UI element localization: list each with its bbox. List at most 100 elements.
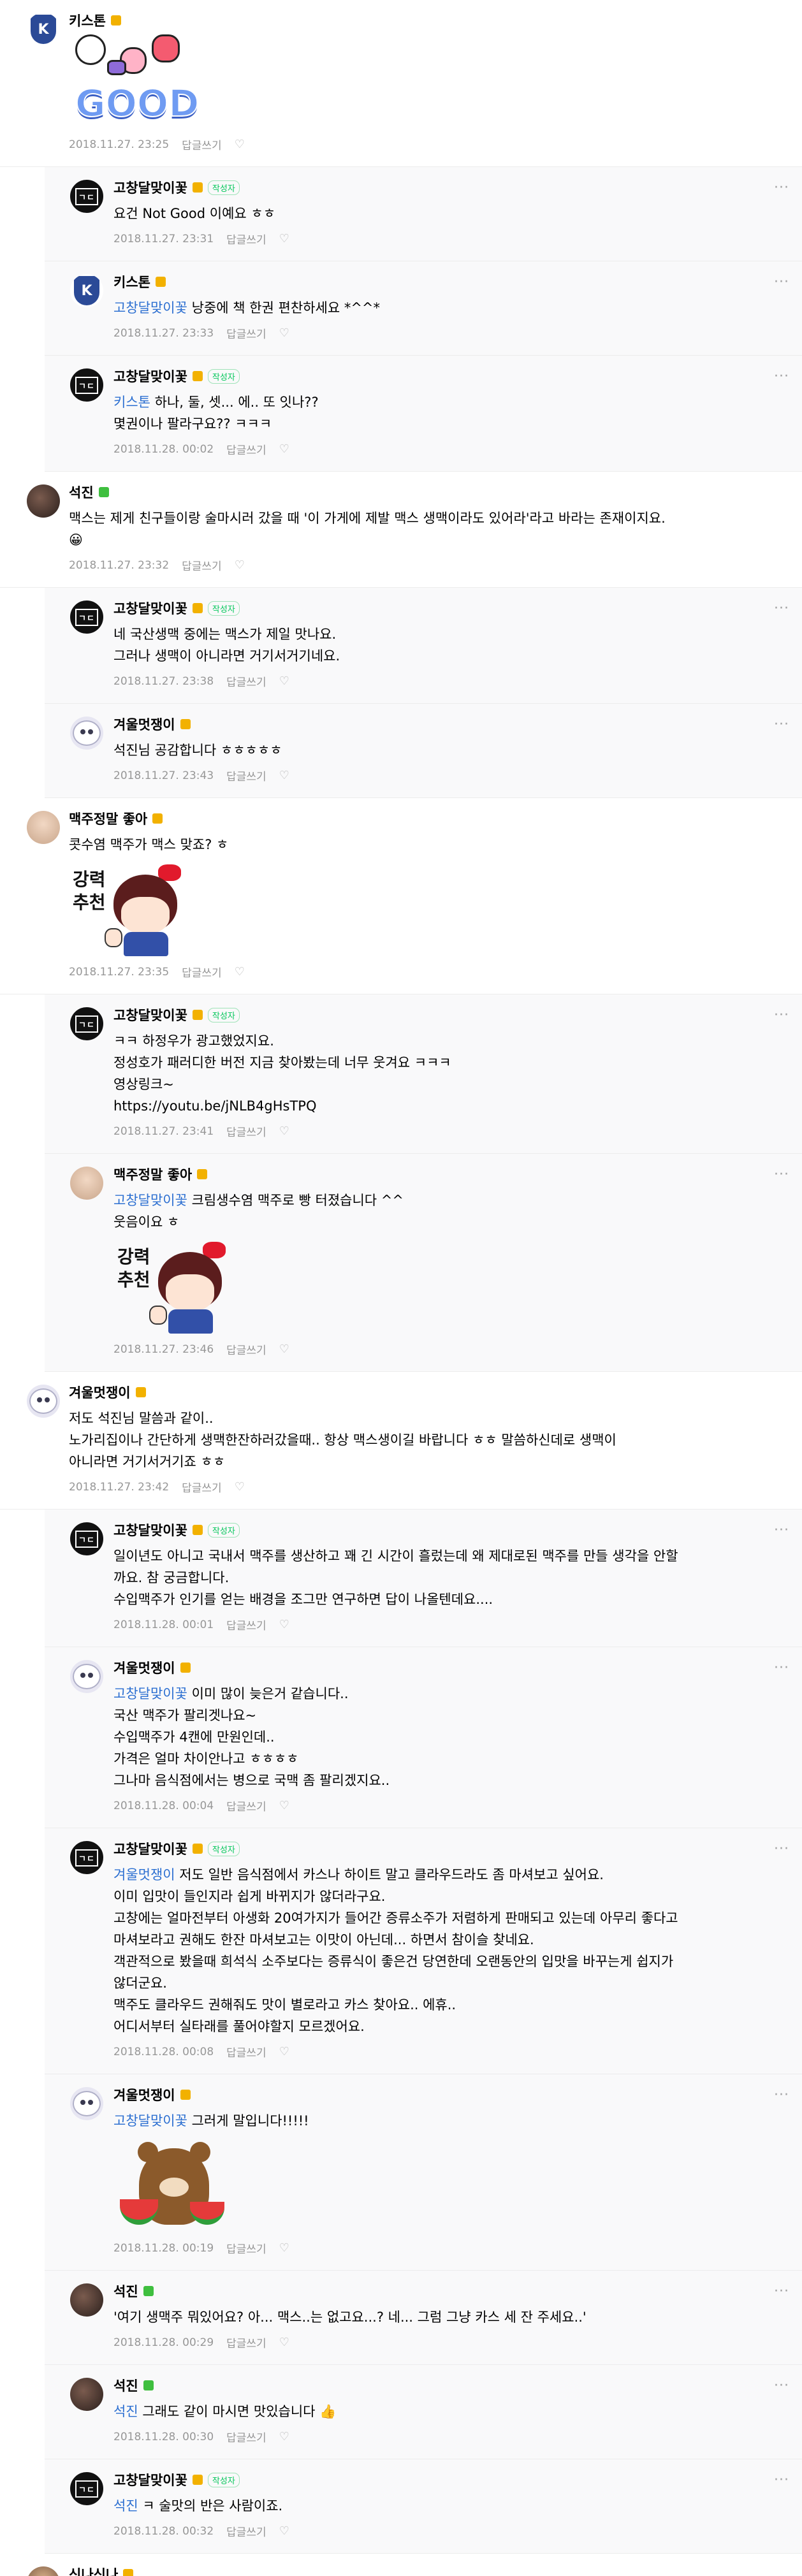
- like-heart-icon[interactable]: ♡: [279, 232, 289, 245]
- more-options-icon[interactable]: ···: [774, 1660, 789, 1676]
- like-heart-icon[interactable]: ♡: [279, 2045, 289, 2058]
- reply-button[interactable]: 답글쓰기: [226, 441, 266, 457]
- more-options-icon[interactable]: ···: [774, 1522, 789, 1538]
- reply-button[interactable]: 답글쓰기: [182, 557, 222, 573]
- more-options-icon[interactable]: ···: [774, 2087, 789, 2103]
- like-heart-icon[interactable]: ♡: [279, 769, 289, 782]
- reply-button[interactable]: 답글쓰기: [226, 1798, 266, 1814]
- nickname[interactable]: 석진: [113, 2376, 138, 2395]
- avatar[interactable]: ㄱㄷ: [70, 180, 103, 213]
- mention-link[interactable]: 고창달맞이꽃: [113, 300, 187, 316]
- nickname[interactable]: 고창달맞이꽃: [113, 2470, 187, 2489]
- like-heart-icon[interactable]: ♡: [235, 965, 245, 979]
- nickname[interactable]: 키스톤: [113, 272, 150, 291]
- more-options-icon[interactable]: ···: [774, 274, 789, 290]
- avatar[interactable]: [70, 2378, 103, 2411]
- mention-link[interactable]: 키스톤: [113, 395, 150, 410]
- reply-button[interactable]: 답글쓰기: [226, 325, 266, 341]
- reply-button[interactable]: 답글쓰기: [226, 1123, 266, 1139]
- reply-button[interactable]: 답글쓰기: [182, 1479, 222, 1495]
- like-heart-icon[interactable]: ♡: [279, 2524, 289, 2538]
- more-options-icon[interactable]: ···: [774, 1007, 789, 1023]
- nickname[interactable]: 키스톤: [69, 11, 106, 30]
- more-options-icon[interactable]: ···: [774, 2378, 789, 2394]
- avatar[interactable]: [70, 1167, 103, 1200]
- avatar[interactable]: [70, 2283, 103, 2317]
- reply-button[interactable]: 답글쓰기: [182, 136, 222, 152]
- more-options-icon[interactable]: ···: [774, 1167, 789, 1182]
- reply-button[interactable]: 답글쓰기: [226, 231, 266, 247]
- more-options-icon[interactable]: ···: [774, 180, 789, 196]
- like-heart-icon[interactable]: ♡: [279, 1343, 289, 1356]
- like-heart-icon[interactable]: ♡: [279, 326, 289, 340]
- reply-button[interactable]: 답글쓰기: [226, 2240, 266, 2256]
- more-options-icon[interactable]: ···: [774, 368, 789, 384]
- nickname[interactable]: 고창달맞이꽃: [113, 1005, 187, 1024]
- avatar[interactable]: ㄱㄷ: [70, 368, 103, 402]
- avatar[interactable]: [70, 717, 103, 750]
- avatar[interactable]: ㄱㄷ: [70, 2472, 103, 2505]
- avatar[interactable]: [27, 2566, 60, 2576]
- nickname[interactable]: 고창달맞이꽃: [113, 1520, 187, 1539]
- good-sticker-image: GOOD: [69, 34, 200, 130]
- nickname[interactable]: 고창달맞이꽃: [113, 1839, 187, 1858]
- nickname[interactable]: 석진: [69, 483, 94, 502]
- more-options-icon[interactable]: ···: [774, 717, 789, 732]
- avatar[interactable]: ㄱㄷ: [70, 1841, 103, 1874]
- nickname[interactable]: 고창달맞이꽃: [113, 599, 187, 618]
- nickname[interactable]: 석진: [113, 2281, 138, 2301]
- nickname[interactable]: 겨울멋쟁이: [113, 715, 175, 734]
- reply-button[interactable]: 답글쓰기: [226, 768, 266, 783]
- comment-header: 고창달맞이꽃 작성자: [113, 1005, 770, 1024]
- nickname[interactable]: 맥주정말 좋아: [69, 809, 147, 828]
- avatar[interactable]: [70, 1660, 103, 1693]
- nickname[interactable]: 겨울멋쟁이: [69, 1383, 131, 1402]
- avatar[interactable]: ㄱㄷ: [70, 600, 103, 634]
- like-heart-icon[interactable]: ♡: [279, 2430, 289, 2443]
- avatar[interactable]: K: [70, 274, 103, 307]
- nickname[interactable]: 고창달맞이꽃: [113, 178, 187, 197]
- avatar[interactable]: ㄱㄷ: [70, 1007, 103, 1040]
- avatar[interactable]: K: [27, 13, 60, 46]
- avatar[interactable]: [27, 1385, 60, 1418]
- nickname[interactable]: 겨울멋쟁이: [113, 1658, 175, 1677]
- mention-link[interactable]: 고창달맞이꽃: [113, 1686, 187, 1701]
- avatar[interactable]: ㄱㄷ: [70, 1522, 103, 1555]
- more-options-icon[interactable]: ···: [774, 1841, 789, 1857]
- avatar[interactable]: [27, 811, 60, 844]
- nickname[interactable]: 고창달맞이꽃: [113, 367, 187, 386]
- mention-link[interactable]: 겨울멋쟁이: [113, 1867, 175, 1882]
- avatar[interactable]: [27, 484, 60, 518]
- reply-button[interactable]: 답글쓰기: [226, 1617, 266, 1633]
- like-heart-icon[interactable]: ♡: [279, 442, 289, 456]
- reply-button[interactable]: 답글쓰기: [226, 2429, 266, 2445]
- mention-link[interactable]: 석진: [113, 2498, 138, 2514]
- more-options-icon[interactable]: ···: [774, 600, 789, 616]
- like-heart-icon[interactable]: ♡: [279, 1124, 289, 1138]
- like-heart-icon[interactable]: ♡: [279, 674, 289, 688]
- like-heart-icon[interactable]: ♡: [279, 2336, 289, 2349]
- like-heart-icon[interactable]: ♡: [235, 558, 245, 572]
- reply-button[interactable]: 답글쓰기: [226, 2523, 266, 2539]
- reply-button[interactable]: 답글쓰기: [182, 964, 222, 980]
- mention-link[interactable]: 석진: [113, 2404, 138, 2419]
- like-heart-icon[interactable]: ♡: [235, 1480, 245, 1494]
- like-heart-icon[interactable]: ♡: [235, 138, 245, 151]
- avatar[interactable]: [70, 2087, 103, 2120]
- comment-item: ㄱㄷ 고창달맞이꽃 작성자 석진 ㅋ 술맛의 반은 사람이죠. 2018.11.…: [45, 2459, 802, 2554]
- mention-link[interactable]: 고창달맞이꽃: [113, 1193, 187, 1208]
- more-options-icon[interactable]: ···: [774, 2472, 789, 2488]
- like-heart-icon[interactable]: ♡: [279, 2241, 289, 2255]
- nickname[interactable]: 신나신나: [69, 2565, 118, 2576]
- reply-button[interactable]: 답글쓰기: [226, 673, 266, 689]
- reply-button[interactable]: 답글쓰기: [226, 2334, 266, 2350]
- mention-link[interactable]: 고창달맞이꽃: [113, 2113, 187, 2128]
- more-options-icon[interactable]: ···: [774, 2283, 789, 2299]
- comment-header: 고창달맞이꽃 작성자: [113, 368, 770, 384]
- reply-button[interactable]: 답글쓰기: [226, 2044, 266, 2060]
- like-heart-icon[interactable]: ♡: [279, 1799, 289, 1812]
- like-heart-icon[interactable]: ♡: [279, 1618, 289, 1631]
- nickname[interactable]: 맥주정말 좋아: [113, 1165, 192, 1184]
- reply-button[interactable]: 답글쓰기: [226, 1341, 266, 1357]
- nickname[interactable]: 겨울멋쟁이: [113, 2085, 175, 2104]
